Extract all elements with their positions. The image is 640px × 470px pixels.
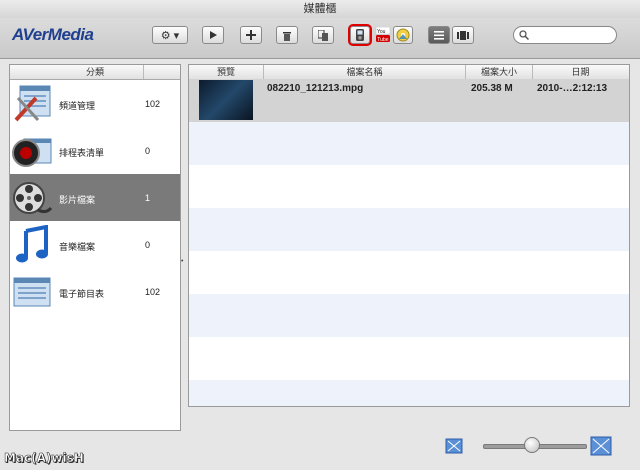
svg-text:You: You — [377, 29, 386, 35]
list-view-icon — [434, 30, 444, 40]
burn-disc-button[interactable] — [393, 26, 413, 44]
watermark: Mac(A)wisH — [4, 451, 84, 466]
schedule-icon — [12, 138, 52, 167]
empty-row — [189, 380, 629, 406]
gear-icon: ⚙ ▾ — [160, 29, 180, 42]
media-library-window: 媒體櫃 AVerMedia ⚙ ▾ You Tube 分類 頻道管理 102 排… — [0, 0, 640, 470]
sidebar-item-count: 1 — [145, 193, 151, 203]
sidebar-item-schedule-list[interactable]: 排程表清單 0 — [10, 127, 180, 174]
large-thumbnail-icon — [590, 436, 612, 456]
sidebar-item-count: 102 — [145, 99, 161, 109]
small-thumbnail-icon — [445, 438, 463, 454]
empty-row — [189, 294, 629, 337]
plus-icon — [246, 30, 256, 40]
sidebar-item-label: 電子節目表 — [59, 289, 105, 299]
sidebar-item-epg[interactable]: 電子節目表 102 — [10, 268, 180, 315]
size-cell: 205.38 M — [471, 83, 513, 94]
table-row[interactable]: 082210_121213.mpg 205.38 M 2010-…2:12:13 — [189, 79, 629, 122]
search-field[interactable] — [513, 26, 617, 44]
sidebar-item-label: 音樂檔案 — [59, 242, 96, 252]
add-button[interactable] — [240, 26, 262, 44]
youtube-button[interactable]: You Tube — [374, 26, 392, 44]
empty-row — [189, 208, 629, 251]
date-cell: 2010-…2:12:13 — [537, 83, 608, 94]
copy-icon — [317, 29, 328, 41]
empty-row — [189, 122, 629, 165]
file-list: 預覽 檔案名稱 檔案大小 日期 082210_121213.mpg 205.38… — [188, 64, 630, 407]
channel-manager-icon — [14, 85, 51, 122]
zoom-out-button[interactable] — [445, 438, 463, 459]
ipod-icon — [356, 29, 364, 41]
ipod-export-button[interactable] — [348, 24, 372, 46]
column-header-filename[interactable]: 檔案名稱 — [264, 65, 466, 79]
youtube-icon: You Tube — [375, 27, 391, 43]
filmstrip-view-button[interactable] — [452, 26, 474, 44]
filename-cell: 082210_121213.mpg — [267, 83, 364, 94]
sidebar-item-count: 102 — [145, 287, 161, 297]
file-list-header: 預覽 檔案名稱 檔案大小 日期 — [189, 65, 629, 80]
empty-row — [189, 251, 629, 294]
category-header-label: 分類 — [85, 67, 104, 77]
sidebar-item-count: 0 — [145, 240, 151, 250]
list-view-button[interactable] — [428, 26, 450, 44]
search-icon — [519, 30, 529, 40]
sidebar-item-label: 影片檔案 — [59, 195, 96, 205]
sidebar-item-label: 頻道管理 — [59, 101, 96, 111]
filmstrip-icon — [457, 30, 469, 40]
column-header-preview[interactable]: 預覽 — [189, 65, 264, 79]
category-sidebar: 分類 頻道管理 102 排程表清單 0 影片檔案 1 音樂檔案 0 電子節目表 … — [9, 64, 181, 431]
music-note-icon — [16, 225, 48, 263]
film-reel-icon — [13, 182, 52, 214]
copy-button[interactable] — [312, 26, 334, 44]
avermedia-logo: AVerMedia — [12, 25, 94, 44]
empty-row — [189, 337, 629, 380]
column-header-date[interactable]: 日期 — [533, 65, 628, 79]
trash-icon — [283, 31, 291, 41]
disc-icon — [396, 28, 410, 42]
sidebar-item-video-files[interactable]: 影片檔案 1 — [10, 174, 180, 221]
zoom-slider-knob[interactable] — [523, 437, 540, 453]
empty-row — [189, 165, 629, 208]
sidebar-item-count: 0 — [145, 146, 151, 156]
zoom-in-button[interactable] — [590, 436, 612, 461]
window-title: 媒體櫃 — [0, 0, 640, 18]
category-column-header[interactable]: 分類 — [10, 65, 180, 80]
sidebar-item-label: 排程表清單 — [59, 148, 105, 158]
sidebar-item-channel-manager[interactable]: 頻道管理 102 — [10, 80, 180, 127]
pane-splitter-handle[interactable]: • — [181, 258, 183, 265]
epg-icon — [13, 277, 51, 307]
search-input[interactable] — [534, 28, 616, 44]
play-icon — [210, 31, 217, 39]
video-thumbnail — [199, 80, 253, 120]
column-separator — [143, 65, 144, 79]
column-header-size[interactable]: 檔案大小 — [466, 65, 533, 79]
svg-text:Tube: Tube — [377, 37, 388, 43]
settings-button[interactable]: ⚙ ▾ — [152, 26, 188, 44]
sidebar-item-music-files[interactable]: 音樂檔案 0 — [10, 221, 180, 268]
delete-button[interactable] — [276, 26, 298, 44]
play-button[interactable] — [202, 26, 224, 44]
toolbar: AVerMedia ⚙ ▾ You Tube — [0, 18, 640, 59]
